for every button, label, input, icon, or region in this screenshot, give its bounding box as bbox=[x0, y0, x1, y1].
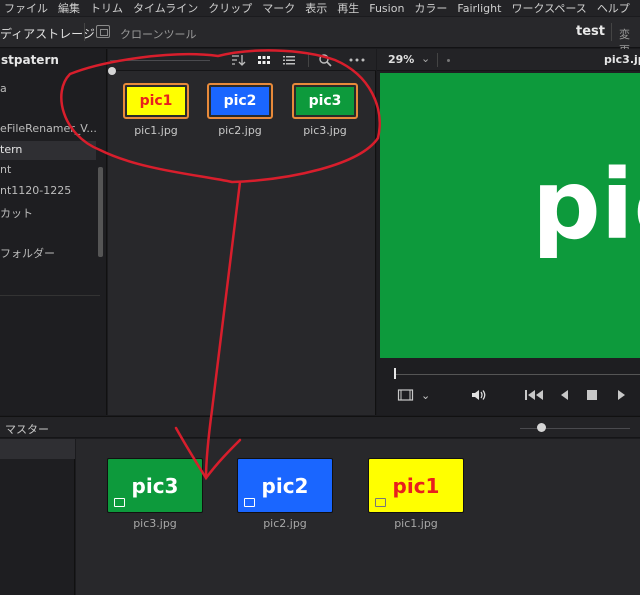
clip-name: pic3.jpg bbox=[303, 124, 347, 137]
clip-thumbnail-text: pic2 bbox=[261, 473, 309, 498]
master-bin-clips: pic3 pic3.jpg pic2 pic2.jpg pic1 pic1.jp… bbox=[76, 439, 640, 595]
clip-thumbnail-image: pic1 bbox=[127, 87, 185, 115]
menu-timeline[interactable]: タイムライン bbox=[128, 0, 203, 16]
clip-name: pic2.jpg bbox=[263, 517, 307, 530]
media-pool: pic1 pic1.jpg pic2 pic2.jpg pic3 pic3.jp… bbox=[108, 49, 376, 415]
zoom-level[interactable]: 29% bbox=[388, 53, 414, 66]
image-icon bbox=[114, 498, 125, 507]
menu-workspace[interactable]: ワークスペース bbox=[506, 0, 591, 16]
menu-bar: ファイル 編集 トリム タイムライン クリップ マーク 表示 再生 Fusion… bbox=[0, 0, 640, 16]
master-bin-toolbar: マスター bbox=[0, 416, 640, 438]
media-clip-pic1[interactable]: pic1 pic1.jpg bbox=[123, 83, 189, 137]
toolbar-divider bbox=[437, 53, 438, 67]
clip-thumbnail[interactable]: pic3 bbox=[107, 458, 203, 513]
menu-fusion[interactable]: Fusion bbox=[364, 2, 409, 15]
image-icon bbox=[244, 498, 255, 507]
menu-mark[interactable]: マーク bbox=[257, 0, 300, 16]
clip-thumbnail-text: pic1 bbox=[392, 473, 440, 498]
sidebar-item[interactable]: eFileRenamer_V... bbox=[0, 120, 96, 139]
sidebar-item[interactable]: カット bbox=[0, 203, 96, 222]
chevron-down-icon[interactable]: ⌄ bbox=[421, 52, 430, 65]
clip-name: pic1.jpg bbox=[394, 517, 438, 530]
davinci-resolve-window: ファイル 編集 トリム タイムライン クリップ マーク 表示 再生 Fusion… bbox=[0, 0, 640, 595]
stop-icon[interactable] bbox=[585, 388, 599, 406]
menu-playback[interactable]: 再生 bbox=[332, 0, 364, 16]
slider-knob[interactable] bbox=[108, 67, 116, 75]
menu-trim[interactable]: トリム bbox=[85, 0, 128, 16]
clip-thumbnail[interactable]: pic1 bbox=[368, 458, 464, 513]
chevron-down-icon[interactable]: ⌄ bbox=[421, 389, 430, 402]
sidebar-item[interactable]: フォルダー bbox=[0, 243, 96, 262]
toolbar-divider bbox=[611, 23, 612, 41]
clip-name: pic2.jpg bbox=[218, 124, 262, 137]
top-toolbar: ディアストレージ クローンツール test 変更 bbox=[0, 17, 640, 57]
menu-file[interactable]: ファイル bbox=[0, 0, 53, 16]
viewer-toolbar: 29% ⌄ pic3.jpg bbox=[377, 49, 640, 71]
master-clip-pic1[interactable]: pic1 pic1.jpg bbox=[368, 458, 464, 530]
media-clip-pic2[interactable]: pic2 pic2.jpg bbox=[207, 83, 273, 137]
volume-icon[interactable] bbox=[470, 388, 486, 406]
image-icon bbox=[375, 498, 386, 507]
clip-thumbnail[interactable]: pic2 bbox=[207, 83, 273, 119]
menu-fairlight[interactable]: Fairlight bbox=[452, 2, 506, 15]
viewer-image-text: pic3 bbox=[532, 149, 640, 261]
thumbnail-size-slider[interactable] bbox=[108, 60, 210, 75]
sidebar-divider bbox=[0, 295, 100, 296]
master-clip-pic2[interactable]: pic2 pic2.jpg bbox=[237, 458, 333, 530]
list-view-icon[interactable] bbox=[281, 52, 297, 68]
media-pool-toolbar bbox=[108, 49, 376, 75]
menu-help[interactable]: ヘルプ bbox=[592, 0, 635, 16]
sidebar-scrollbar[interactable] bbox=[98, 167, 103, 257]
project-name: test bbox=[576, 24, 605, 39]
toolbar-divider bbox=[84, 23, 85, 41]
menu-clip[interactable]: クリップ bbox=[203, 0, 257, 16]
bin-sidebar: stpatern a eFileRenamer_V... tern nt nt1… bbox=[0, 49, 107, 415]
clip-thumbnail-image: pic2 bbox=[211, 87, 269, 115]
clip-thumbnail[interactable]: pic1 bbox=[123, 83, 189, 119]
clip-thumbnail[interactable]: pic3 bbox=[292, 83, 358, 119]
toolbar-divider bbox=[308, 53, 309, 67]
source-viewer: 29% ⌄ pic3.jpg pic3 ⌄ bbox=[377, 49, 640, 415]
menu-view[interactable]: 表示 bbox=[300, 0, 332, 16]
bin-list bbox=[0, 439, 75, 595]
clip-name: pic1.jpg bbox=[134, 124, 178, 137]
sidebar-item[interactable]: a bbox=[0, 80, 96, 99]
clone-tool-button[interactable]: クローンツール bbox=[120, 26, 196, 42]
scrubber-bar[interactable] bbox=[395, 374, 640, 375]
menu-color[interactable]: カラー bbox=[409, 0, 452, 16]
viewer-mode-icon[interactable] bbox=[397, 388, 415, 406]
viewer-screen[interactable]: pic3 bbox=[380, 73, 640, 358]
more-icon[interactable] bbox=[348, 52, 365, 68]
skip-to-start-icon[interactable] bbox=[524, 388, 544, 406]
clone-tool-icon[interactable] bbox=[96, 25, 110, 38]
media-storage-button[interactable]: ディアストレージ bbox=[0, 25, 95, 42]
sidebar-item[interactable]: nt1120-1225 bbox=[0, 182, 96, 201]
play-icon[interactable] bbox=[615, 388, 627, 406]
slider-knob[interactable] bbox=[537, 423, 546, 432]
master-clip-pic3[interactable]: pic3 pic3.jpg bbox=[107, 458, 203, 530]
dot-icon bbox=[447, 59, 450, 62]
menu-edit[interactable]: 編集 bbox=[53, 0, 85, 16]
sidebar-item-selected[interactable]: tern bbox=[0, 141, 96, 160]
sidebar-item[interactable]: nt bbox=[0, 161, 96, 180]
clip-name: pic3.jpg bbox=[133, 517, 177, 530]
playhead[interactable] bbox=[394, 368, 396, 379]
master-bin-title: マスター bbox=[5, 423, 49, 436]
clip-thumbnail-text: pic3 bbox=[131, 473, 179, 498]
viewer-clip-name: pic3.jpg bbox=[604, 53, 640, 66]
clip-thumbnail-image: pic3 bbox=[296, 87, 354, 115]
play-reverse-icon[interactable] bbox=[558, 388, 570, 406]
grid-view-icon[interactable] bbox=[256, 52, 272, 68]
bin-list-selected-row[interactable] bbox=[0, 439, 75, 459]
transport-controls: ⌄ bbox=[377, 388, 640, 410]
search-icon[interactable] bbox=[317, 52, 333, 68]
media-clip-pic3[interactable]: pic3 pic3.jpg bbox=[292, 83, 358, 137]
sidebar-header: stpatern bbox=[1, 53, 59, 67]
sort-icon[interactable] bbox=[230, 52, 246, 68]
clip-thumbnail[interactable]: pic2 bbox=[237, 458, 333, 513]
